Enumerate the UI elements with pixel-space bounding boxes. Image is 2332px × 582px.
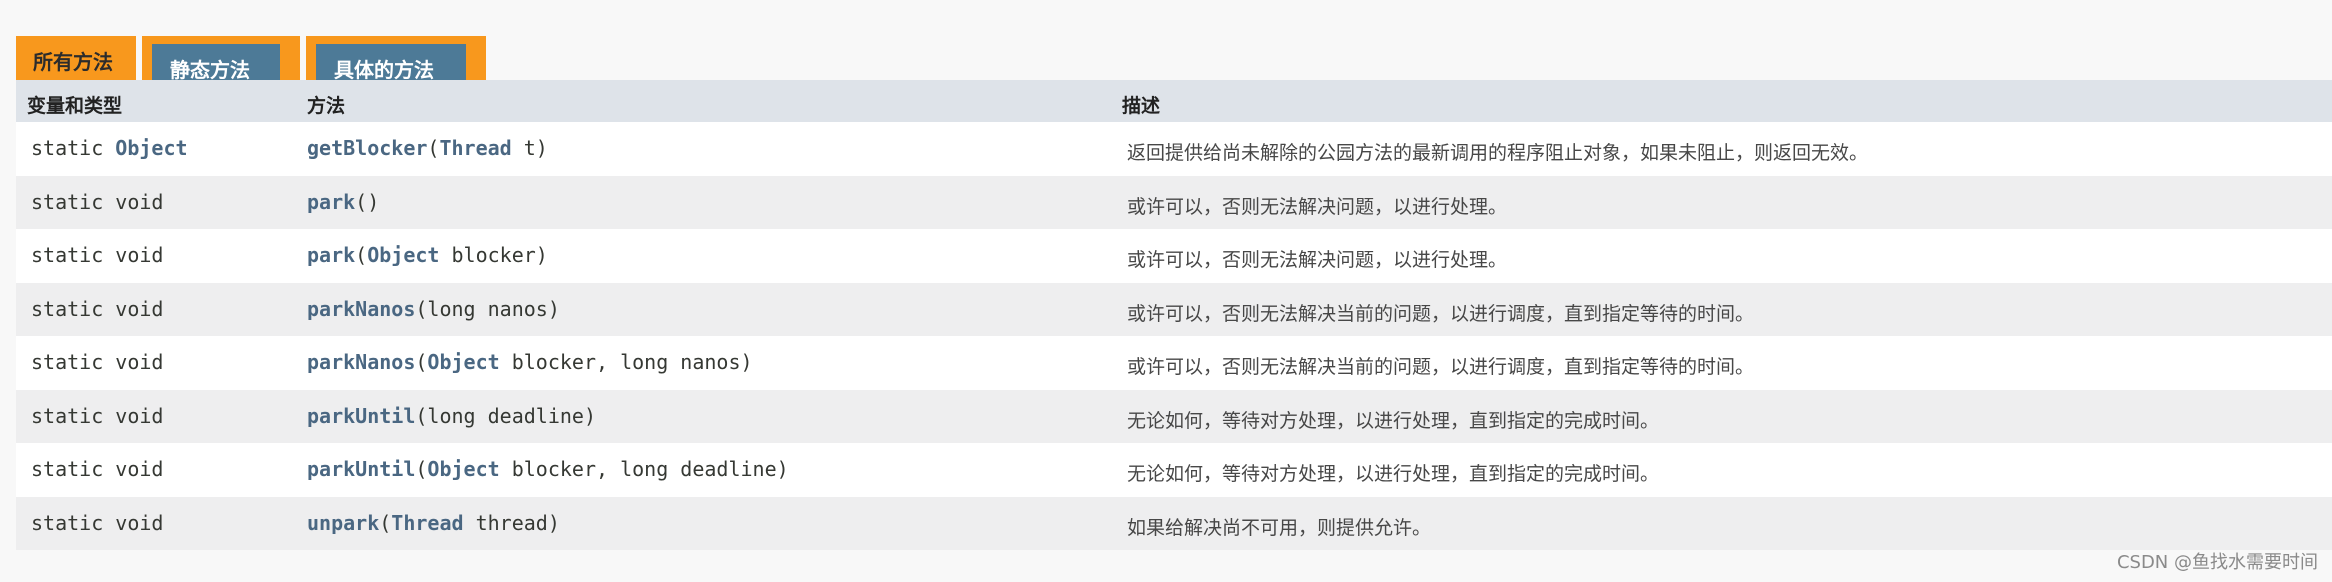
table-row: static void parkNanos(long nanos) 或许可以，否则无… — [16, 282, 2332, 336]
param-text: t) — [511, 136, 548, 160]
param-text: ( — [355, 243, 368, 267]
param-text: (long nanos) — [415, 296, 560, 321]
param-text: blocker) — [439, 243, 548, 267]
tab-static-methods-label: 静态方法 — [152, 44, 280, 82]
method-signature-cell: parkUntil(long deadline) — [307, 404, 596, 428]
param-text: blocker, long deadline) — [499, 457, 789, 481]
tab-all-methods[interactable]: 所有方法 — [16, 36, 136, 80]
header-description: 描述 — [1122, 95, 1161, 117]
method-signature-cell: getBlocker(Thread t) — [307, 136, 548, 160]
method-signature-cell: unpark(Thread thread) — [307, 511, 560, 535]
method-name-link[interactable]: parkUntil — [307, 457, 415, 481]
modifier-text: static void — [31, 243, 164, 267]
modifier-text: static void — [31, 350, 164, 374]
param-text: ( — [379, 510, 392, 535]
table-row: static void park() 或许可以，否则无法解决问题，以进行处理。 — [16, 175, 2332, 229]
modifier-type-cell: static void — [31, 404, 163, 428]
param-text: thread) — [463, 510, 560, 535]
method-name-link[interactable]: parkNanos — [307, 350, 415, 374]
modifier-text: static void — [31, 403, 164, 428]
param-text: blocker, long nanos) — [499, 350, 753, 374]
param-type-link[interactable]: Object — [367, 243, 439, 267]
method-signature-cell: park() — [307, 190, 379, 214]
modifier-type-cell: static Object — [31, 136, 188, 160]
description-cell: 或许可以，否则无法解决问题，以进行处理。 — [1127, 249, 1508, 271]
modifier-text: static void — [31, 457, 164, 481]
header-method: 方法 — [307, 95, 346, 117]
method-name-link[interactable]: unpark — [307, 511, 379, 535]
method-name-link[interactable]: getBlocker — [307, 136, 427, 160]
method-name-link[interactable]: park — [307, 243, 355, 267]
modifier-text: static — [31, 136, 116, 160]
param-text: (long deadline) — [415, 403, 596, 428]
param-text: ( — [415, 350, 428, 374]
tab-concrete-methods-label: 具体的方法 — [316, 44, 466, 82]
method-signature-cell: parkUntil(Object blocker, long deadline) — [307, 457, 789, 481]
param-type-link[interactable]: Thread — [439, 136, 511, 160]
description-cell: 或许可以，否则无法解决当前的问题，以进行调度，直到指定等待的时间。 — [1127, 356, 1755, 378]
description-cell: 无论如何，等待对方处理，以进行处理，直到指定的完成时间。 — [1127, 463, 1660, 485]
description-cell: 返回提供给尚未解除的公园方法的最新调用的程序阻止对象，如果未阻止，则返回无效。 — [1127, 142, 1869, 164]
modifier-type-cell: static void — [31, 190, 163, 214]
table-row: static void park(Object blocker) 或许可以，否则无法… — [16, 229, 2332, 283]
description-cell: 或许可以，否则无法解决问题，以进行处理。 — [1127, 195, 1508, 218]
method-signature-cell: parkNanos(Object blocker, long nanos) — [307, 350, 753, 374]
method-signature-cell: park(Object blocker) — [307, 243, 548, 267]
method-name-link[interactable]: parkNanos — [307, 297, 415, 321]
tab-static-methods[interactable]: 静态方法 — [142, 36, 300, 82]
table-body: static Object getBlocker(Thread t) 返回提供给尚未… — [16, 122, 2332, 550]
modifier-type-cell: static void — [31, 511, 163, 535]
modifier-type-cell: static void — [31, 297, 163, 321]
modifier-text: static void — [31, 296, 164, 321]
table-row: static void unpark(Thread thread) 如果给解决尚不可… — [16, 496, 2332, 550]
table-row: static void parkUntil(Object blocker, lon… — [16, 443, 2332, 497]
modifier-text: static void — [31, 510, 164, 535]
method-name-link[interactable]: park — [307, 190, 355, 214]
description-cell: 如果给解决尚不可用，则提供允许。 — [1127, 516, 1432, 539]
modifier-text: static void — [31, 189, 164, 214]
description-cell: 无论如何，等待对方处理，以进行处理，直到指定的完成时间。 — [1127, 409, 1660, 432]
table-row: static void parkUntil(long deadline) 无论如何，… — [16, 389, 2332, 443]
table-header: 变量和类型 方法 描述 — [16, 80, 2332, 122]
description-cell: 或许可以，否则无法解决当前的问题，以进行调度，直到指定等待的时间。 — [1127, 302, 1755, 325]
method-name-link[interactable]: parkUntil — [307, 404, 415, 428]
param-type-link[interactable]: Object — [427, 457, 499, 481]
table-row: static void parkNanos(Object blocker, lon… — [16, 336, 2332, 390]
return-type-link[interactable]: Object — [115, 136, 187, 160]
modifier-type-cell: static void — [31, 457, 163, 481]
watermark: CSDN @鱼找水需要时间 — [2116, 552, 2318, 573]
header-modifier-type: 变量和类型 — [27, 95, 123, 117]
modifier-type-cell: static void — [31, 243, 163, 267]
method-summary-table: 变量和类型 方法 描述 static Object getBlocker(Thre… — [16, 80, 2332, 550]
method-tabs: 所有方法 静态方法 具体的方法 — [16, 36, 486, 82]
table-row: static Object getBlocker(Thread t) 返回提供给尚未… — [16, 122, 2332, 176]
method-signature-cell: parkNanos(long nanos) — [307, 297, 560, 321]
param-text: ( — [415, 457, 428, 481]
param-type-link[interactable]: Object — [427, 350, 499, 374]
param-type-link[interactable]: Thread — [391, 511, 463, 535]
modifier-type-cell: static void — [31, 350, 163, 374]
tab-concrete-methods[interactable]: 具体的方法 — [306, 36, 486, 82]
param-text: () — [355, 189, 380, 214]
param-text: ( — [427, 136, 440, 160]
